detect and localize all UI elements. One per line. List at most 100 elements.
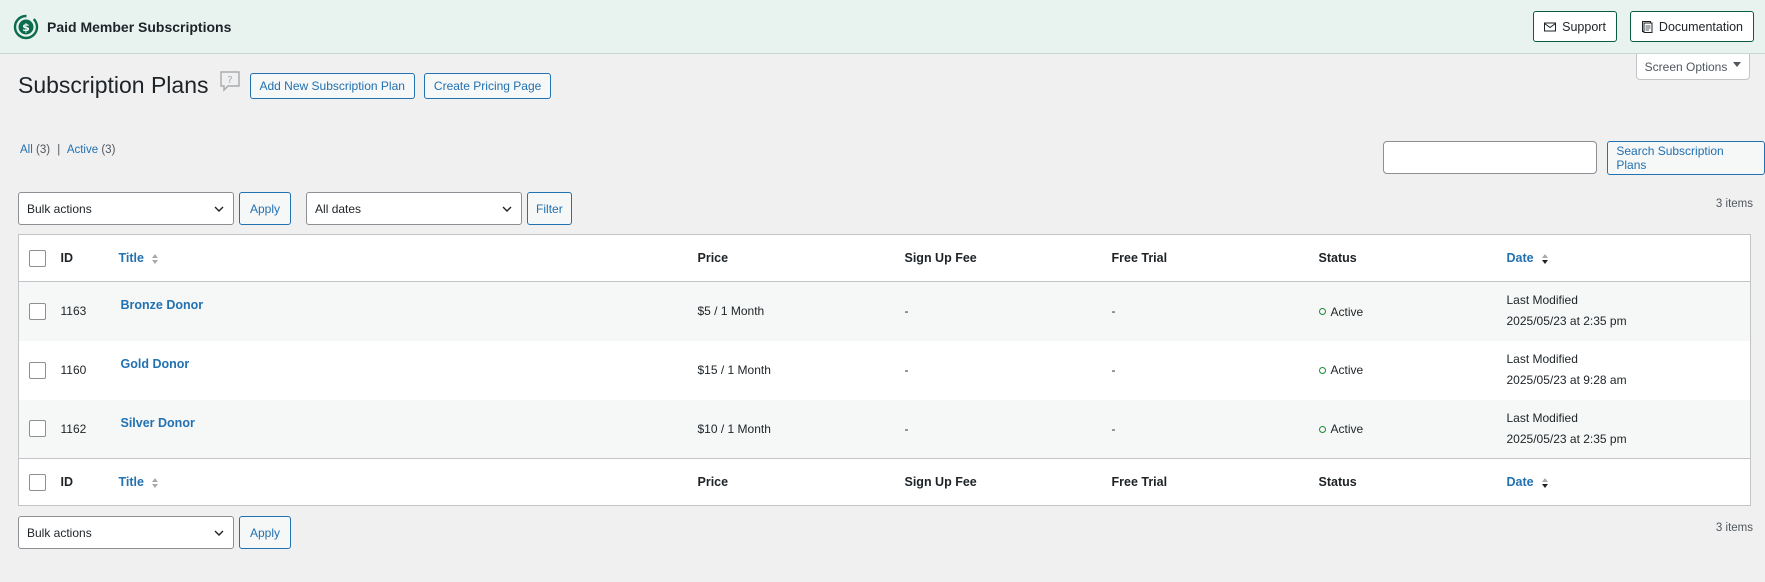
row-checkbox-cell — [19, 400, 61, 459]
date-filter-select[interactable]: All dates — [306, 192, 523, 225]
row-id: 1160 — [60, 363, 87, 377]
bottom-tablenav: Bulk actions Apply — [18, 516, 292, 549]
view-all-count: (3) — [35, 144, 51, 156]
view-active-link[interactable]: Active — [67, 144, 98, 156]
view-all-link[interactable]: All — [20, 144, 33, 156]
row-free-trial: - — [1111, 304, 1116, 319]
status-badge: Active — [1318, 363, 1363, 377]
bulk-actions-select-bottom[interactable]: Bulk actions — [18, 516, 234, 549]
row-id: 1162 — [60, 421, 87, 436]
brand: $ Paid Member Subscriptions — [13, 14, 231, 40]
apply-button-bottom[interactable]: Apply — [239, 516, 292, 549]
row-checkbox[interactable] — [29, 420, 46, 438]
column-title-footer-label[interactable]: Title — [119, 475, 144, 489]
search-plans-button[interactable]: Search Subscription Plans — [1607, 141, 1765, 175]
column-status: Status — [1318, 251, 1357, 265]
date-filter-value: All dates — [315, 201, 362, 216]
row-id: 1163 — [60, 304, 87, 319]
bulk-actions-select[interactable]: Bulk actions — [18, 192, 234, 225]
column-id: ID — [60, 251, 74, 265]
create-pricing-page-button[interactable]: Create Pricing Page — [423, 72, 552, 99]
column-price: Price — [697, 251, 729, 265]
select-all-cell-footer — [19, 459, 61, 506]
column-date-label[interactable]: Date — [1507, 251, 1534, 265]
status-views: All (3) | Active (3) — [20, 144, 115, 156]
status-label: Active — [1330, 422, 1364, 436]
row-signup-fee: - — [904, 304, 909, 319]
row-price: $10 / 1 Month — [697, 421, 771, 436]
column-date-footer[interactable]: Date — [1507, 459, 1751, 506]
row-free-trial: - — [1111, 363, 1116, 377]
row-checkbox-cell — [19, 341, 61, 400]
table-row: 1162 Silver Donor $10 / 1 Month - - Acti… — [18, 399, 1751, 459]
column-id-footer: ID — [60, 475, 74, 489]
support-button[interactable]: Support — [1533, 11, 1617, 42]
view-active-count: (3) — [101, 144, 116, 156]
svg-text:?: ? — [227, 75, 232, 86]
column-date-footer-label[interactable]: Date — [1507, 475, 1534, 489]
items-count-top: 3 items — [1715, 198, 1753, 210]
bulk-actions-value: Bulk actions — [27, 201, 92, 216]
help-comment-icon[interactable]: ? — [219, 70, 241, 92]
chevron-down-icon — [214, 206, 224, 212]
row-title-cell: Gold Donor — [119, 341, 698, 400]
table-row: 1160 Gold Donor $15 / 1 Month - - Active… — [19, 341, 1751, 400]
svg-text:$: $ — [22, 21, 30, 34]
row-price: $15 / 1 Month — [697, 363, 771, 377]
plan-title-link[interactable]: Silver Donor — [121, 416, 698, 430]
search-input[interactable] — [1383, 141, 1598, 174]
column-signup-fee: Sign Up Fee — [904, 251, 977, 265]
select-all-cell — [19, 235, 61, 282]
row-status-cell: Active — [1318, 282, 1507, 341]
document-icon — [1641, 20, 1653, 33]
items-count-bottom: 3 items — [1715, 522, 1753, 534]
plan-title-link[interactable]: Bronze Donor — [121, 298, 698, 312]
table-row: 1163 Bronze Donor $5 / 1 Month - - Activ… — [18, 281, 1751, 341]
search-box: Search Subscription Plans — [1383, 141, 1765, 175]
column-free-trial: Free Trial — [1111, 251, 1168, 265]
row-date: Last Modified 2025/05/23 at 2:35 pm — [1507, 400, 1751, 459]
date-label: Last Modified — [1506, 293, 1578, 308]
support-label: Support — [1562, 19, 1606, 34]
plan-title-link[interactable]: Gold Donor — [121, 357, 698, 371]
sort-desc-icon — [1542, 477, 1549, 488]
select-all-checkbox[interactable] — [29, 249, 46, 267]
add-new-plan-button[interactable]: Add New Subscription Plan — [249, 72, 415, 99]
column-status-footer: Status — [1318, 475, 1357, 489]
date-value: 2025/05/23 at 9:28 am — [1506, 373, 1627, 387]
row-status-cell: Active — [1318, 341, 1507, 400]
apply-button-top[interactable]: Apply — [239, 192, 292, 225]
screen-options-button[interactable]: Screen Options — [1636, 54, 1750, 80]
column-title-footer[interactable]: Title — [119, 459, 698, 506]
caret-down-icon — [1733, 62, 1742, 67]
column-title-label[interactable]: Title — [119, 251, 144, 265]
column-date[interactable]: Date — [1507, 235, 1751, 282]
row-checkbox[interactable] — [29, 361, 46, 379]
pms-logo-icon: $ — [13, 14, 39, 39]
view-separator: | — [57, 144, 61, 156]
status-dot-icon — [1318, 366, 1326, 374]
subscription-plans-table: ID Title Price Sign Up Fee Free Trial St… — [18, 234, 1751, 506]
column-free-trial-footer: Free Trial — [1111, 475, 1168, 489]
date-value: 2025/05/23 at 2:35 pm — [1506, 431, 1627, 446]
filter-button[interactable]: Filter — [527, 192, 572, 225]
view-active-label: Active — [66, 144, 99, 156]
row-title-cell: Silver Donor — [119, 400, 698, 459]
column-title[interactable]: Title — [119, 235, 698, 282]
documentation-button[interactable]: Documentation — [1629, 11, 1754, 42]
sort-icon — [152, 477, 159, 488]
select-all-checkbox-footer[interactable] — [29, 473, 46, 491]
sort-desc-icon — [1542, 253, 1549, 264]
screen-options-label: Screen Options — [1644, 59, 1728, 74]
row-signup-fee: - — [904, 421, 909, 436]
row-title-cell: Bronze Donor — [119, 282, 698, 341]
top-tablenav: Bulk actions Apply All dates Filter — [18, 192, 572, 225]
bulk-actions-value-bottom: Bulk actions — [27, 525, 92, 540]
row-date: Last Modified 2025/05/23 at 2:35 pm — [1507, 282, 1751, 341]
row-checkbox[interactable] — [29, 302, 46, 320]
table-footer-row: ID Title Price Sign Up Fee Free Trial St… — [18, 458, 1751, 506]
status-label: Active — [1330, 304, 1364, 319]
view-all-label: All — [20, 144, 33, 156]
date-label: Last Modified — [1506, 352, 1578, 366]
page-title: Subscription Plans — [18, 72, 209, 98]
